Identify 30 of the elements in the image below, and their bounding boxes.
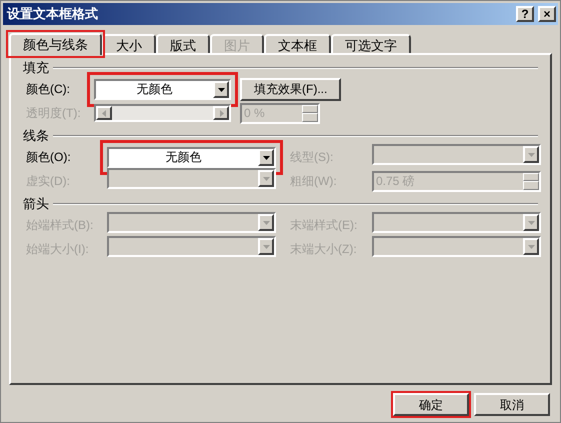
section-title: 填充 — [23, 59, 49, 78]
field-label: 颜色(C): — [26, 81, 70, 97]
section-title: 箭头 — [23, 195, 49, 214]
window-title: 设置文本框格式 — [7, 5, 99, 24]
down-arrow-icon — [528, 218, 534, 226]
dropdown-value: 无颜色 — [136, 81, 172, 97]
tab[interactable]: 版式 — [156, 34, 210, 53]
down-arrow-icon — [218, 86, 224, 92]
arrow-button[interactable] — [213, 80, 229, 98]
help-button[interactable]: ? — [516, 6, 534, 22]
arrow-button[interactable] — [258, 148, 274, 166]
close-button[interactable]: × — [538, 6, 556, 22]
tab[interactable]: 颜色与线条 — [9, 33, 102, 55]
tab[interactable]: 文本框 — [264, 34, 331, 53]
cancel-button[interactable]: 取消 — [474, 393, 550, 416]
down-arrow-icon — [262, 218, 270, 226]
fill-effects-button[interactable]: 填充效果(F)... — [240, 78, 342, 100]
down-arrow-icon — [262, 174, 270, 182]
down-arrow-icon — [262, 242, 270, 250]
left-arrow-icon — [100, 110, 108, 116]
tab[interactable]: 可选文字 — [331, 34, 411, 53]
down-arrow-icon — [528, 242, 534, 250]
down-arrow-icon — [262, 154, 270, 160]
tab[interactable]: 大小 — [102, 34, 156, 53]
section-title: 线条 — [23, 127, 49, 146]
right-arrow-icon — [218, 110, 224, 116]
ok-button[interactable]: 确定 — [393, 393, 469, 416]
down-arrow-icon — [528, 150, 534, 158]
dropdown-value: 无颜色 — [166, 149, 202, 165]
field-label: 颜色(O): — [26, 149, 71, 165]
